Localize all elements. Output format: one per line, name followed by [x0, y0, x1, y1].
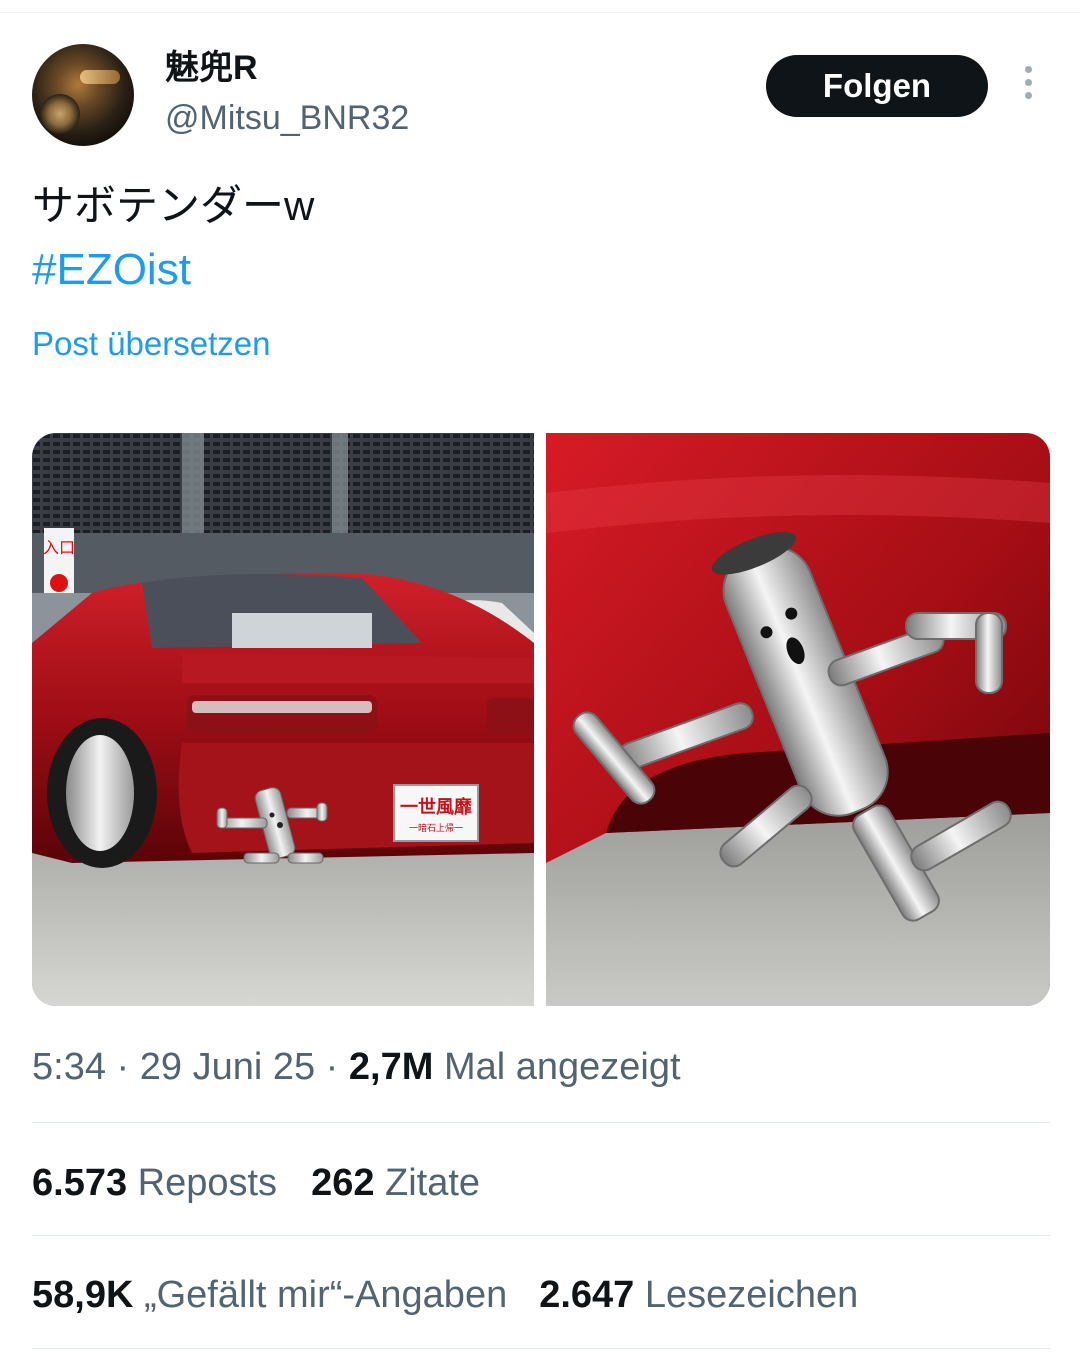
display-name[interactable]: 魅兜R: [165, 48, 258, 88]
likes-count: 58,9K: [32, 1274, 134, 1316]
reposts-count: 6.573: [32, 1162, 128, 1204]
media-image-left[interactable]: 入口 一世風靡 一暗石上帰一: [32, 433, 534, 1006]
divider: [32, 1122, 1050, 1123]
quotes-stat[interactable]: 262 Zitate: [311, 1162, 480, 1204]
more-options-icon[interactable]: [1016, 66, 1040, 106]
avatar[interactable]: [32, 44, 134, 146]
media-gallery: 入口 一世風靡 一暗石上帰一: [32, 433, 1050, 1006]
bookmarks-count: 2.647: [539, 1274, 635, 1316]
divider: [32, 1348, 1050, 1349]
user-handle[interactable]: @Mitsu_BNR32: [165, 98, 409, 138]
meta-separator: ·: [105, 1046, 140, 1088]
entrance-sign: 入口: [43, 538, 75, 557]
quotes-label: Zitate: [374, 1162, 481, 1204]
divider: [32, 1235, 1050, 1236]
reposts-stat[interactable]: 6.573 Reposts: [32, 1162, 277, 1204]
hashtag-link[interactable]: #EZOist: [32, 242, 191, 298]
top-divider: [0, 12, 1080, 13]
stats-row-1: 6.573 Reposts 262 Zitate: [32, 1158, 480, 1208]
likes-label: „Gefällt mir“-Angaben: [133, 1274, 508, 1316]
meta-separator: ·: [315, 1046, 349, 1088]
tweet-date[interactable]: 29 Juni 25: [140, 1046, 315, 1088]
stats-row-2: 58,9K „Gefällt mir“-Angaben 2.647 Lesezei…: [32, 1270, 858, 1320]
reposts-label: Reposts: [127, 1162, 278, 1204]
view-count[interactable]: 2,7M: [349, 1046, 433, 1088]
tweet-time[interactable]: 5:34: [32, 1046, 106, 1088]
license-plate-subtext: 一暗石上帰一: [409, 822, 463, 834]
tweet-text: サボテンダーw: [32, 182, 315, 229]
quotes-count: 262: [311, 1162, 375, 1204]
view-count-label: Mal angezeigt: [433, 1046, 681, 1088]
likes-stat[interactable]: 58,9K „Gefällt mir“-Angaben: [32, 1274, 507, 1316]
follow-button[interactable]: Folgen: [766, 55, 988, 117]
tweet-meta: 5:34 · 29 Juni 25 · 2,7M Mal angezeigt: [32, 1042, 681, 1092]
bookmarks-label: Lesezeichen: [634, 1274, 859, 1316]
bookmarks-stat[interactable]: 2.647 Lesezeichen: [539, 1274, 858, 1316]
avatar-headlight: [80, 70, 120, 84]
media-image-right[interactable]: [546, 433, 1050, 1006]
license-plate-text: 一世風靡: [400, 796, 472, 818]
translate-post-link[interactable]: Post übersetzen: [32, 322, 270, 366]
avatar-wheel: [40, 94, 80, 134]
